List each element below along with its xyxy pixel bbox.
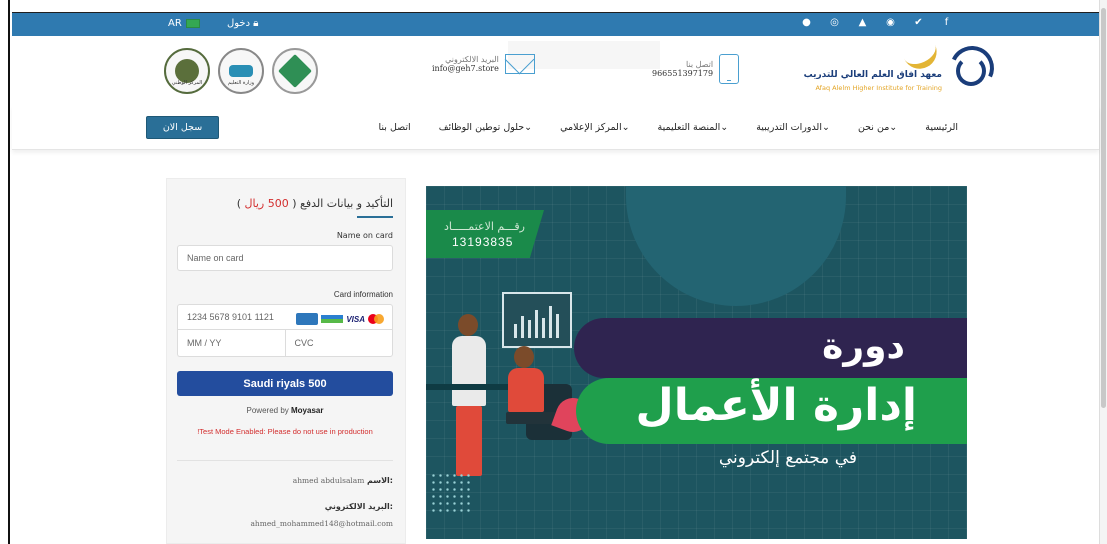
customer-name: ahmed abdulsalam الاسم: — [292, 476, 393, 485]
nav-item-localization[interactable]: حلول توطين الوظائف⌄ — [439, 122, 532, 133]
nav-item-home[interactable]: الرئيسية — [925, 122, 958, 133]
visa-icon: VISA — [346, 314, 365, 324]
instagram-icon[interactable]: ● — [800, 17, 813, 28]
envelope-icon — [504, 54, 535, 74]
language-label: AR — [168, 18, 182, 29]
accreditation-tab — [426, 210, 544, 258]
title-underline — [357, 216, 393, 218]
test-mode-warning: !Test Mode Enabled: Please do not use in… — [197, 427, 373, 436]
flag-icon — [185, 19, 200, 28]
customer-email-label: البريد الالكتروني: — [324, 502, 393, 511]
brand-name-english: Afaq Alelm Higher Institute for Training — [815, 84, 942, 92]
title-band-dark — [574, 318, 967, 378]
photo-icon[interactable]: ◎ — [828, 17, 841, 28]
name-on-card-input[interactable]: Name on card — [177, 245, 393, 271]
nav-item-platform[interactable]: المنصة التعليمية⌄ — [658, 122, 729, 133]
twitter-icon[interactable]: ✔ — [912, 17, 925, 28]
register-now-button[interactable]: سجل الان — [146, 116, 219, 139]
chevron-down-icon: ⌄ — [821, 122, 830, 133]
mada-icon — [321, 315, 344, 323]
card-information-label: Card information — [333, 290, 393, 299]
chevron-down-icon: ⌄ — [621, 122, 630, 133]
whatsapp-icon[interactable]: ◉ — [884, 17, 897, 28]
brand-name-arabic: معهد افاق العلم العالي للتدريب — [803, 70, 942, 80]
mastercard-icon — [368, 314, 384, 324]
card-number-input[interactable]: 1234 5678 9101 1121 VISA — [177, 304, 393, 330]
phone-label: اتصل بنا — [686, 60, 714, 69]
banner-line-1: دورة — [822, 326, 905, 367]
phone-value: 966551397179 — [652, 69, 714, 78]
seated-person-illustration — [508, 368, 544, 412]
youtube-icon[interactable]: ▲ — [856, 17, 869, 28]
payment-title: التأكيد و بيانات الدفع ( 500 ريال ) — [236, 197, 393, 210]
course-banner-image: رقـــم الاعتمـــــاد 13193835 دورة إدارة… — [426, 186, 967, 539]
banner-line-3: في مجتمع إلكتروني — [718, 448, 857, 468]
site-logo[interactable]: معهد افاق العلم العالي للتدريب Afaq Alel… — [796, 39, 1001, 100]
ministry-of-education-seal: وزارة التعليم — [218, 48, 264, 94]
chevron-down-icon: ⌄ — [720, 122, 729, 133]
expiry-input[interactable]: MM / YY — [177, 329, 285, 357]
nav-item-media[interactable]: المركز الإعلامي⌄ — [560, 122, 629, 133]
facebook-icon[interactable]: f — [940, 17, 953, 28]
lock-icon: 🔒︎ — [253, 18, 259, 29]
chevron-down-icon: ⌄ — [524, 122, 533, 133]
nav-item-about[interactable]: من نحن⌄ — [858, 122, 897, 133]
price-text: 500 ريال — [244, 197, 289, 210]
divider — [177, 460, 393, 461]
chevron-down-icon: ⌄ — [889, 122, 898, 133]
phone-contact[interactable]: اتصل بنا 966551397179 — [652, 54, 740, 84]
accreditation-label: رقـــم الاعتمـــــاد — [444, 220, 525, 233]
national-center-seal: المركز الوطني — [164, 48, 210, 94]
name-on-card-label: Name on card — [336, 231, 393, 240]
amex-icon — [296, 313, 319, 325]
banner-line-2: إدارة الأعمال — [635, 380, 917, 431]
partner-logos: المركز الوطني وزارة التعليم — [164, 48, 318, 94]
scrollbar[interactable] — [1099, 0, 1107, 544]
main-nav: الرئيسية من نحن⌄ الدورات التدريبية⌄ المن… — [12, 106, 1099, 150]
vision-seal — [272, 48, 318, 94]
nav-item-contact[interactable]: اتصل بنا — [379, 122, 411, 133]
login-link[interactable]: دخول 🔒︎ — [227, 18, 258, 29]
login-label: دخول — [227, 18, 251, 29]
presenter-illustration — [452, 336, 486, 406]
powered-by: Powered by Moyasar — [246, 406, 324, 415]
accreditation-number: 13193835 — [452, 235, 514, 249]
email-value: info@geh7.store — [432, 64, 499, 73]
email-contact[interactable]: البريد الالكتروني info@geh7.store — [432, 54, 535, 74]
email-label: البريد الالكتروني — [445, 55, 499, 64]
top-bar: AR دخول 🔒︎ ● ◎ ▲ ◉ ✔ f — [12, 12, 1099, 36]
moyasar-brand: Moyasar — [291, 406, 324, 415]
expiry-cvc-row: MM / YY CVC — [177, 329, 393, 357]
social-links: ● ◎ ▲ ◉ ✔ f — [800, 17, 953, 28]
nav-item-courses[interactable]: الدورات التدريبية⌄ — [756, 122, 830, 133]
window-left-edge — [0, 0, 10, 544]
customer-email-value: ahmed_mohammed148@hotmail.com — [250, 519, 393, 528]
language-switch[interactable]: AR — [168, 18, 200, 29]
phone-icon — [719, 54, 740, 84]
cvc-input[interactable]: CVC — [284, 329, 393, 357]
logo-mark-icon — [942, 39, 1001, 97]
chart-screen-illustration — [502, 292, 572, 348]
pay-button[interactable]: Saudi riyals 500 — [177, 371, 393, 396]
scrollbar-thumb[interactable] — [1101, 8, 1106, 408]
card-brands: VISA — [296, 313, 384, 325]
site-header: المركز الوطني وزارة التعليم البريد الالك… — [12, 36, 1099, 106]
